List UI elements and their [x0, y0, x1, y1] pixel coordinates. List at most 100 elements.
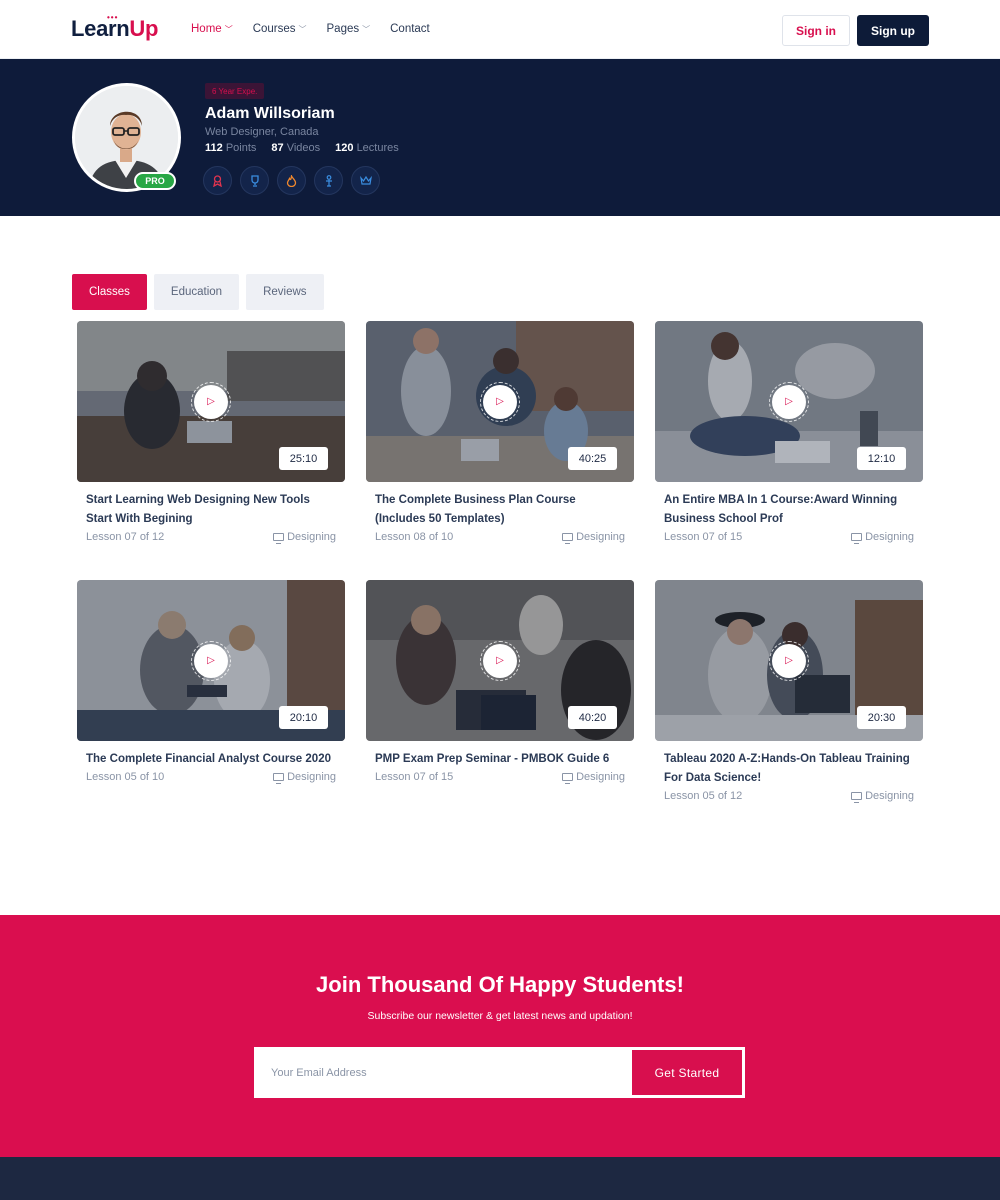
course-meta: Lesson 07 of 12 Designing — [86, 531, 336, 544]
videos-value: 87 — [271, 142, 284, 154]
course-title[interactable]: Start Learning Web Designing New Tools S… — [86, 491, 336, 529]
person-icon[interactable] — [314, 166, 343, 195]
play-icon[interactable]: ▷ — [194, 643, 228, 678]
fire-icon[interactable] — [277, 166, 306, 195]
menu-label: Home — [191, 23, 222, 35]
profile-tabs: Classes Education Reviews — [72, 274, 324, 310]
tab-classes[interactable]: Classes — [72, 274, 147, 310]
profile-stats: 112 Points 87 Videos 120 Lectures — [205, 142, 399, 154]
course-card: ▷ 12:10 An Entire MBA In 1 Course:Award … — [655, 321, 923, 544]
category-label: Designing — [287, 771, 336, 783]
course-category[interactable]: Designing — [273, 531, 336, 544]
lesson-progress: Lesson 08 of 10 — [375, 531, 454, 543]
menu-item-courses[interactable]: Courses ﹀ — [253, 23, 307, 35]
logo-text-learn: Learn — [71, 16, 130, 41]
course-category[interactable]: Designing — [851, 790, 914, 803]
category-label: Designing — [865, 790, 914, 802]
lesson-progress: Lesson 05 of 10 — [86, 771, 165, 783]
newsletter-section: Join Thousand Of Happy Students! Subscri… — [0, 915, 1000, 1157]
points-stat: 112 Points — [205, 142, 256, 154]
lesson-progress: Lesson 07 of 12 — [86, 531, 165, 543]
sign-in-button[interactable]: Sign in — [782, 15, 850, 46]
points-value: 112 — [205, 142, 223, 154]
videos-stat: 87 Videos — [271, 142, 320, 154]
footer — [0, 1157, 1000, 1200]
course-category[interactable]: Designing — [562, 531, 625, 544]
category-label: Designing — [865, 531, 914, 543]
tab-reviews[interactable]: Reviews — [246, 274, 324, 310]
lectures-stat: 120 Lectures — [335, 142, 399, 154]
duration-badge: 40:25 — [568, 447, 617, 470]
newsletter-form: Get Started — [254, 1047, 745, 1098]
lesson-progress: Lesson 07 of 15 — [375, 771, 454, 783]
chevron-down-icon: ﹀ — [298, 24, 307, 34]
course-card: ▷ 25:10 Start Learning Web Designing New… — [77, 321, 345, 544]
course-meta: Lesson 08 of 10 Designing — [375, 531, 625, 544]
pro-badge: PRO — [134, 172, 176, 190]
course-thumbnail[interactable]: ▷ 40:25 — [366, 321, 634, 482]
chevron-down-icon: ﹀ — [224, 24, 233, 34]
get-started-button[interactable]: Get Started — [632, 1050, 742, 1095]
menu-label: Pages — [326, 23, 360, 35]
tab-education[interactable]: Education — [153, 274, 240, 310]
course-thumbnail[interactable]: ▷ 20:10 — [77, 580, 345, 741]
monitor-icon — [851, 533, 863, 544]
monitor-icon — [273, 773, 285, 784]
menu-label: Contact — [390, 23, 430, 35]
ribbon-icon[interactable] — [203, 166, 232, 195]
course-thumbnail[interactable]: ▷ 12:10 — [655, 321, 923, 482]
chevron-down-icon: ﹀ — [362, 24, 371, 34]
trophy-icon[interactable] — [240, 166, 269, 195]
category-label: Designing — [287, 531, 336, 543]
course-title[interactable]: An Entire MBA In 1 Course:Award Winning … — [664, 491, 914, 529]
play-icon[interactable]: ▷ — [772, 643, 806, 678]
play-icon[interactable]: ▷ — [483, 384, 517, 419]
course-card: ▷ 40:20 PMP Exam Prep Seminar - PMBOK Gu… — [366, 580, 634, 784]
course-meta: Lesson 07 of 15 Designing — [375, 771, 625, 784]
course-title[interactable]: PMP Exam Prep Seminar - PMBOK Guide 6 — [375, 750, 625, 769]
duration-badge: 40:20 — [568, 706, 617, 729]
play-icon[interactable]: ▷ — [194, 384, 228, 419]
duration-badge: 20:30 — [857, 706, 906, 729]
play-icon[interactable]: ▷ — [772, 384, 806, 419]
logo-text-up: Up — [129, 16, 159, 41]
course-card: ▷ 20:10 The Complete Financial Analyst C… — [77, 580, 345, 784]
course-card: ▷ 20:30 Tableau 2020 A-Z:Hands-On Tablea… — [655, 580, 923, 803]
achievement-badges — [203, 166, 380, 195]
lesson-progress: Lesson 07 of 15 — [664, 531, 743, 543]
course-thumbnail[interactable]: ▷ 40:20 — [366, 580, 634, 741]
course-title[interactable]: Tableau 2020 A-Z:Hands-On Tableau Traini… — [664, 750, 914, 788]
play-icon[interactable]: ▷ — [483, 643, 517, 678]
menu-item-contact[interactable]: Contact — [390, 23, 430, 35]
logo-dots-icon: ••• — [107, 13, 119, 22]
category-label: Designing — [576, 531, 625, 543]
course-meta: Lesson 07 of 15 Designing — [664, 531, 914, 544]
course-thumbnail[interactable]: ▷ 20:30 — [655, 580, 923, 741]
menu-item-home[interactable]: Home ﹀ — [191, 23, 233, 35]
course-category[interactable]: Designing — [851, 531, 914, 544]
lectures-label: Lectures — [356, 142, 399, 154]
monitor-icon — [851, 792, 863, 803]
crown-icon[interactable] — [351, 166, 380, 195]
course-card: ▷ 40:25 The Complete Business Plan Cours… — [366, 321, 634, 544]
course-meta: Lesson 05 of 10 Designing — [86, 771, 336, 784]
course-category[interactable]: Designing — [562, 771, 625, 784]
profile-name: Adam Willsoriam — [205, 105, 335, 122]
logo[interactable]: ••• LearnUp — [71, 13, 159, 42]
videos-label: Videos — [286, 142, 321, 154]
email-input[interactable] — [257, 1050, 633, 1095]
top-navbar: ••• LearnUp Home ﹀ Courses ﹀ Pages ﹀ Con… — [0, 0, 1000, 59]
points-label: Points — [225, 142, 257, 154]
course-thumbnail[interactable]: ▷ 25:10 — [77, 321, 345, 482]
course-meta: Lesson 05 of 12 Designing — [664, 790, 914, 803]
course-title[interactable]: The Complete Financial Analyst Course 20… — [86, 750, 336, 769]
menu-item-pages[interactable]: Pages ﹀ — [327, 23, 371, 35]
category-label: Designing — [576, 771, 625, 783]
sign-up-button[interactable]: Sign up — [857, 15, 929, 46]
profile-banner: PRO 6 Year Expe. Adam Willsoriam Web Des… — [0, 59, 1000, 216]
duration-badge: 12:10 — [857, 447, 906, 470]
duration-badge: 20:10 — [279, 706, 328, 729]
course-title[interactable]: The Complete Business Plan Course (Inclu… — [375, 491, 625, 529]
menu-label: Courses — [252, 23, 296, 35]
course-category[interactable]: Designing — [273, 771, 336, 784]
